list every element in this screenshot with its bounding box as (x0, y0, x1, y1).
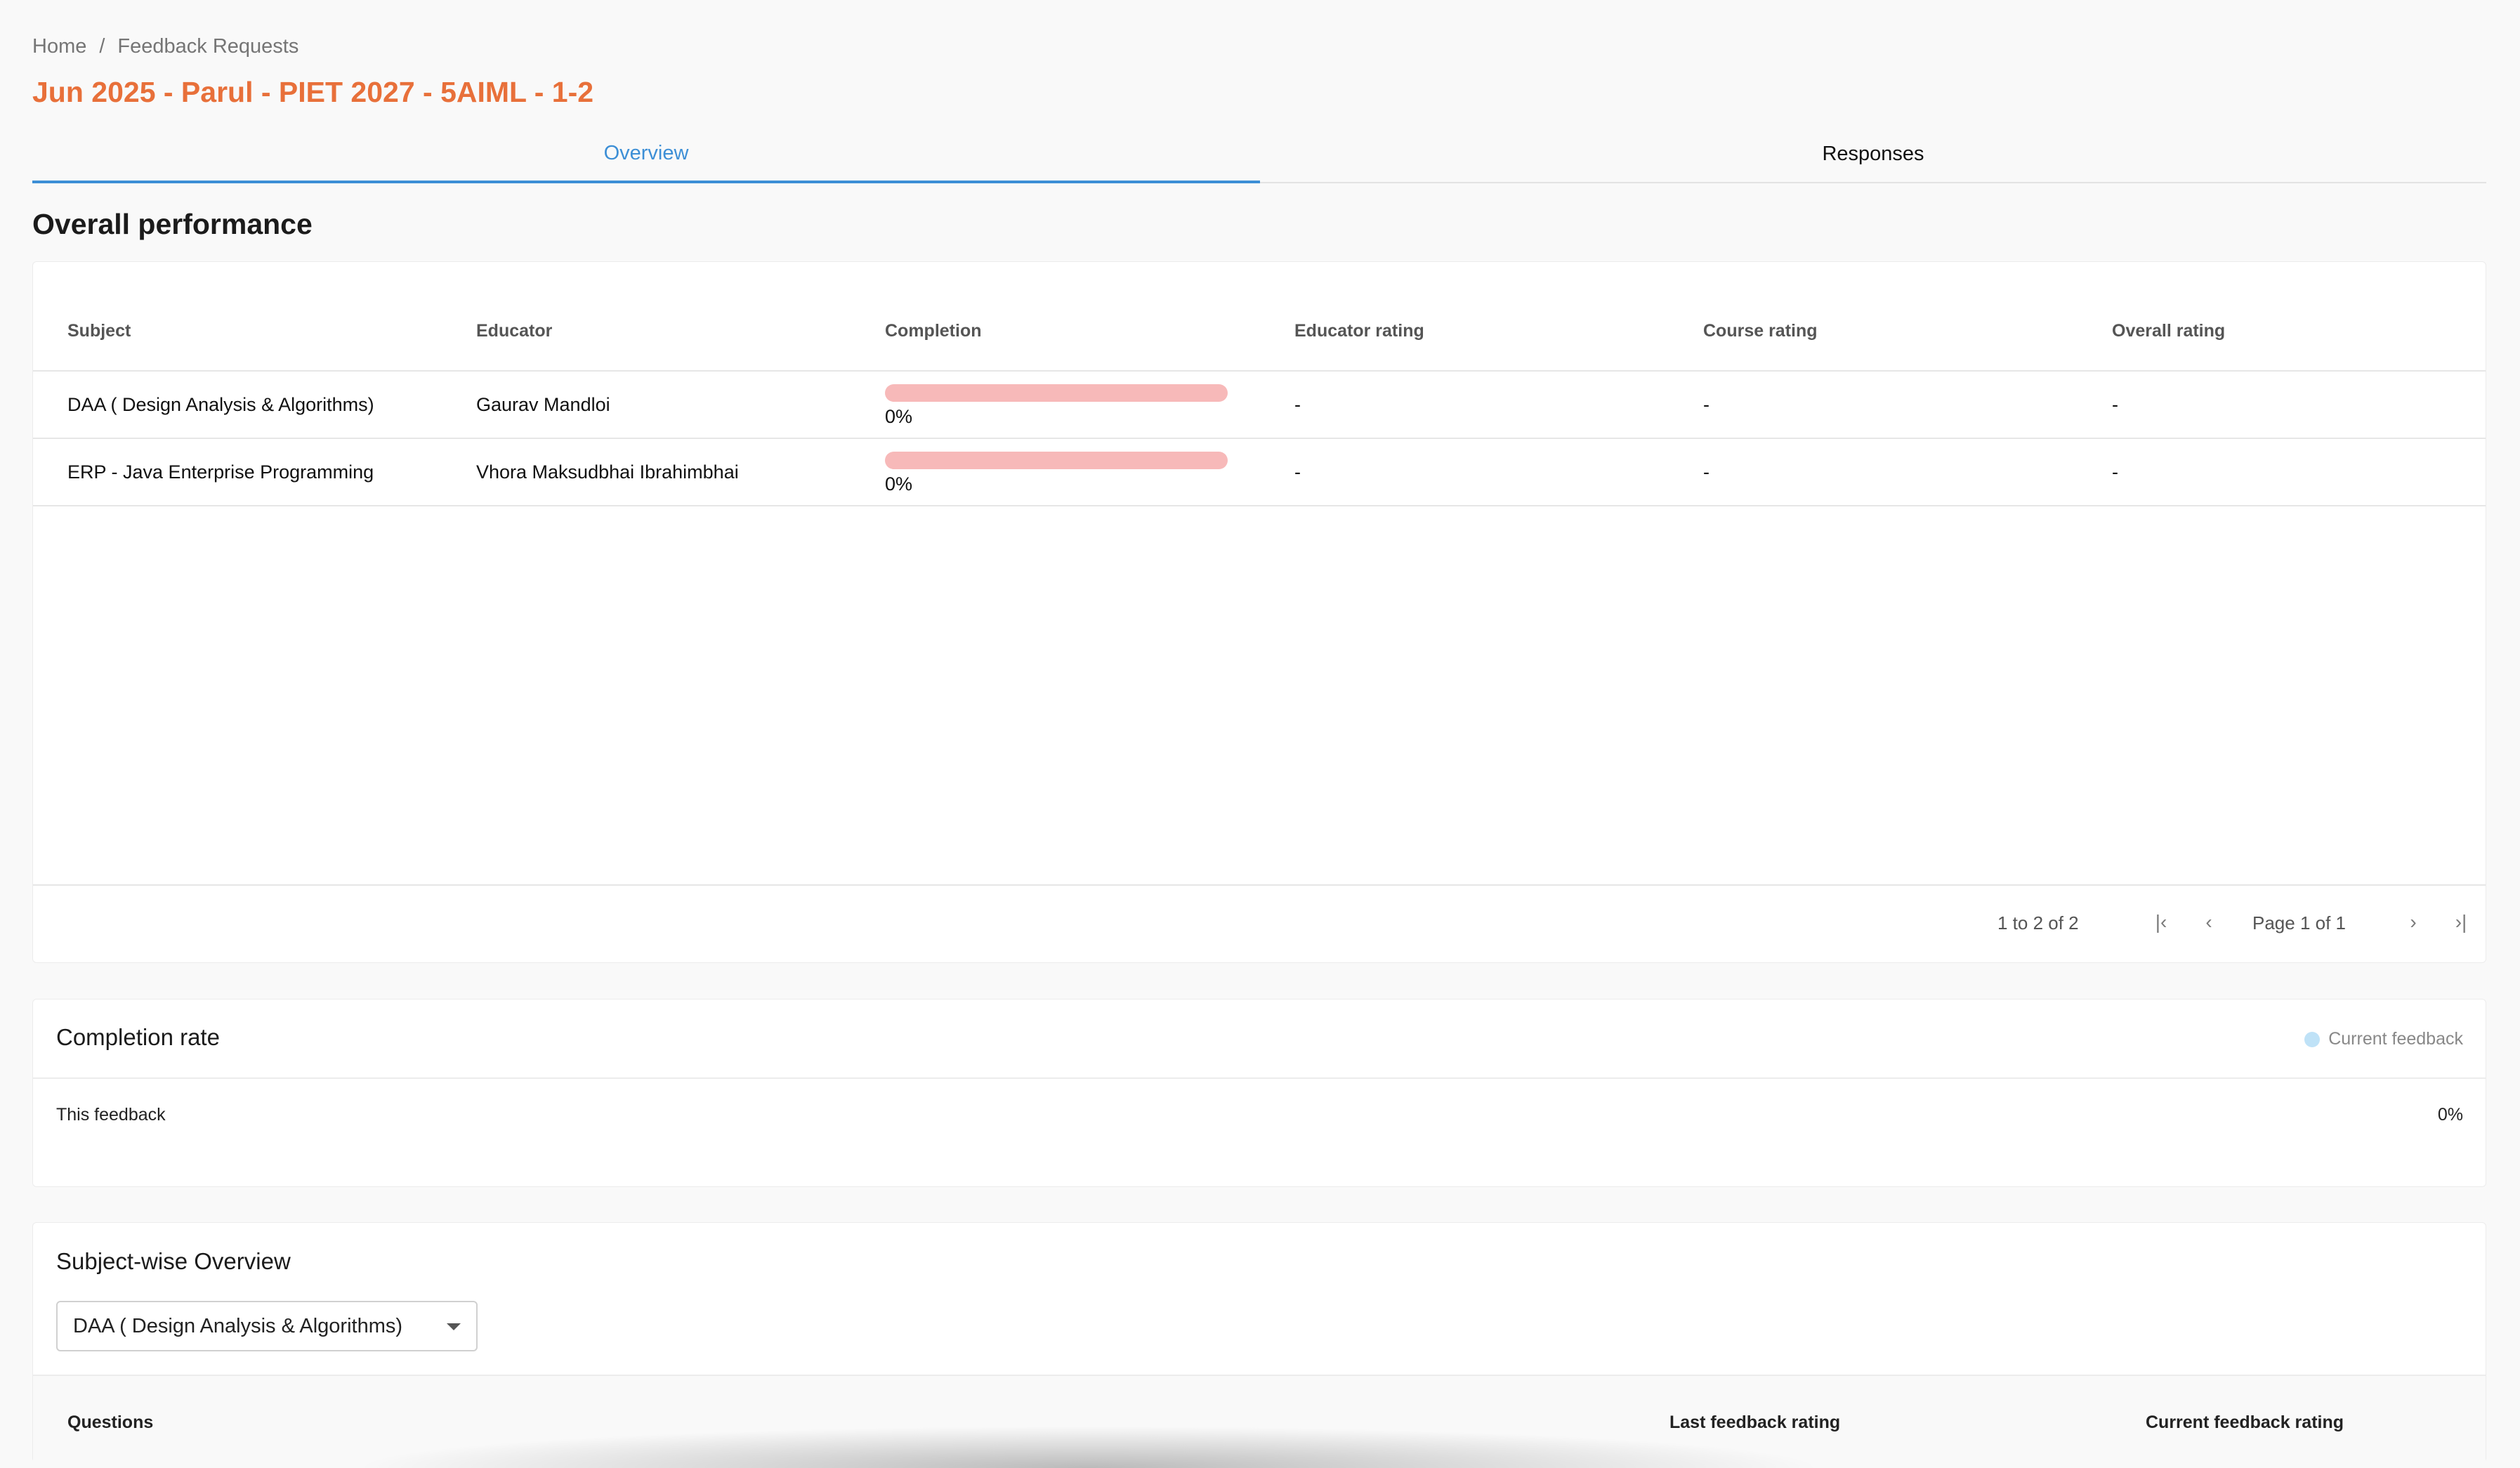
table-row[interactable]: DAA ( Design Analysis & Algorithms) Gaur… (33, 372, 2486, 439)
column-header-overall-rating[interactable]: Overall rating (2112, 321, 2225, 341)
completion-rate-card: Completion rate Current feedback This fe… (32, 999, 2486, 1187)
overall-performance-title: Overall performance (32, 208, 313, 240)
legend-dot-icon (2304, 1031, 2321, 1047)
pagination-page: Page 1 of 1 (2252, 912, 2346, 933)
cell-course-rating: - (1703, 461, 1709, 483)
subject-select[interactable]: DAA ( Design Analysis & Algorithms) (56, 1301, 478, 1351)
column-header-completion[interactable]: Completion (885, 321, 982, 341)
chart-legend: Current feedback (2304, 1029, 2463, 1049)
cell-educator: Gaurav Mandloi (476, 394, 610, 415)
tab-bar: Overview Responses (32, 126, 2486, 183)
completion-progress: 0% (885, 384, 1228, 428)
chevron-left-icon[interactable]: ‹ (2195, 908, 2223, 936)
last-page-icon[interactable]: ›| (2447, 908, 2475, 936)
pagination-range: 1 to 2 of 2 (1997, 912, 2079, 933)
legend-label: Current feedback (2328, 1029, 2463, 1049)
column-header-last-feedback-rating: Last feedback rating (1669, 1413, 1841, 1432)
cell-overall-rating: - (2112, 461, 2118, 483)
table-row[interactable]: ERP - Java Enterprise Programming Vhora … (33, 439, 2486, 506)
column-header-educator-rating[interactable]: Educator rating (1294, 321, 1424, 341)
tab-responses[interactable]: Responses (1260, 126, 2486, 182)
column-header-current-feedback-rating: Current feedback rating (2146, 1413, 2344, 1432)
progress-bar (885, 384, 1228, 402)
completion-rate-header: Completion rate Current feedback (33, 1000, 2486, 1079)
cell-subject: DAA ( Design Analysis & Algorithms) (67, 394, 374, 415)
completion-progress: 0% (885, 452, 1228, 495)
column-header-questions: Questions (67, 1413, 154, 1432)
column-header-course-rating[interactable]: Course rating (1703, 321, 1818, 341)
completion-value: 0% (2437, 1105, 2463, 1125)
subject-table-header: Questions Last feedback rating Current f… (33, 1375, 2486, 1463)
cell-educator-rating: - (1294, 461, 1301, 483)
breadcrumb-separator: / (99, 35, 105, 58)
completion-label: This feedback (56, 1105, 166, 1125)
completion-rate-title: Completion rate (56, 1024, 220, 1050)
breadcrumb-current[interactable]: Feedback Requests (117, 35, 298, 58)
completion-percent: 0% (885, 406, 913, 427)
progress-bar (885, 452, 1228, 469)
chevron-right-icon[interactable]: › (2399, 908, 2427, 936)
completion-percent: 0% (885, 473, 913, 494)
cell-educator: Vhora Maksudbhai Ibrahimbhai (476, 461, 739, 483)
first-page-icon[interactable]: |‹ (2147, 908, 2175, 936)
cell-course-rating: - (1703, 394, 1709, 415)
cell-subject: ERP - Java Enterprise Programming (67, 461, 374, 483)
cell-educator-rating: - (1294, 394, 1301, 415)
breadcrumb-home-link[interactable]: Home (32, 35, 86, 58)
overall-performance-table: Subject Educator Completion Educator rat… (32, 261, 2486, 963)
subject-overview-card: Subject-wise Overview DAA ( Design Analy… (32, 1222, 2486, 1463)
pagination: 1 to 2 of 2 |‹ ‹ Page 1 of 1 › ›| (33, 884, 2486, 963)
breadcrumb: Home / Feedback Requests (32, 35, 298, 58)
cell-overall-rating: - (2112, 394, 2118, 415)
tab-overview[interactable]: Overview (32, 126, 1260, 183)
caret-down-icon (447, 1323, 461, 1330)
column-header-subject[interactable]: Subject (67, 321, 131, 341)
page-title: Jun 2025 - Parul - PIET 2027 - 5AIML - 1… (32, 76, 594, 108)
column-header-educator[interactable]: Educator (476, 321, 552, 341)
table-header: Subject Educator Completion Educator rat… (33, 262, 2486, 372)
subject-select-value: DAA ( Design Analysis & Algorithms) (73, 1315, 403, 1337)
subject-overview-title: Subject-wise Overview (56, 1248, 291, 1274)
